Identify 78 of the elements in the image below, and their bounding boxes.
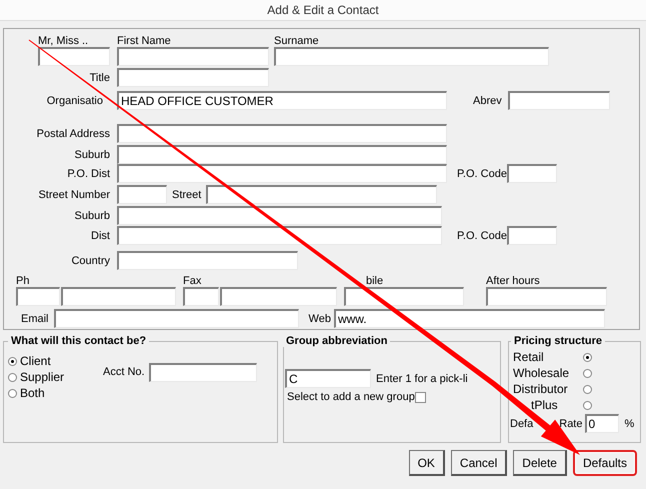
text-field[interactable]: www. [334, 309, 605, 328]
field-label: Surname [274, 36, 320, 47]
text-field[interactable]: HEAD OFFICE CUSTOMER [117, 91, 447, 110]
field-label: P.O. Code [457, 230, 507, 242]
text-field[interactable] [148, 362, 257, 382]
field-label: Suburb [74, 210, 111, 222]
field-label: Suburb [74, 148, 111, 160]
radio-button[interactable] [583, 352, 592, 362]
text-field[interactable] [506, 164, 557, 183]
field-label: Organisatio [46, 94, 104, 106]
unit-label: % [624, 418, 634, 430]
radio-label[interactable]: Both [20, 386, 45, 400]
text-field[interactable] [61, 287, 176, 306]
text-field[interactable] [220, 287, 337, 306]
text-field[interactable] [38, 47, 110, 66]
checkbox[interactable] [414, 392, 426, 402]
text-field[interactable] [508, 91, 610, 110]
text-field[interactable] [183, 287, 219, 306]
field-label: Email [21, 312, 49, 324]
text-field[interactable] [16, 287, 60, 306]
field-label: Defa [510, 418, 534, 430]
field-label: Acct No. [103, 366, 145, 378]
text-field[interactable] [117, 226, 442, 245]
text-field[interactable] [117, 68, 269, 87]
hint-text: Enter 1 for a pick-li [376, 372, 468, 384]
radio-button[interactable] [8, 372, 17, 382]
field-label: bile [366, 276, 384, 287]
field-label: Dist [90, 230, 111, 242]
field-label: Postal Address [36, 128, 111, 140]
group-title: What will this contact be? [10, 335, 148, 347]
field-label: Web [308, 312, 331, 324]
field-label: First Name [117, 36, 172, 47]
text-field[interactable] [117, 124, 447, 143]
field-label: Ph [16, 276, 30, 287]
field-label: Country [70, 254, 111, 266]
text-field[interactable] [117, 47, 269, 66]
text-field[interactable] [506, 226, 557, 245]
dialog-button[interactable]: Delete [513, 450, 567, 476]
radio-button[interactable] [583, 368, 592, 378]
field-label: After hours [486, 276, 541, 287]
text-field[interactable] [117, 206, 442, 225]
radio-label[interactable]: Supplier [20, 370, 64, 384]
radio-label[interactable]: tPlus [531, 398, 558, 412]
radio-label[interactable]: Wholesale [513, 366, 570, 380]
checkbox-label[interactable]: Select to add a new group [287, 391, 415, 403]
dialog-button[interactable]: Defaults [572, 450, 637, 476]
radio-button[interactable] [8, 356, 17, 366]
field-label: Fax [183, 276, 202, 287]
text-field[interactable] [117, 145, 447, 164]
field-label: Abrev [473, 94, 502, 106]
text-field[interactable] [117, 251, 298, 270]
text-field[interactable] [206, 185, 438, 204]
dialog-button[interactable]: Cancel [450, 450, 508, 476]
group-title: Pricing structure [513, 335, 604, 347]
field-label: Rate [559, 418, 582, 430]
field-label: Title [88, 72, 111, 84]
text-field[interactable] [117, 164, 447, 183]
radio-button[interactable] [8, 388, 17, 398]
radio-label[interactable]: Client [20, 354, 51, 368]
dialog-button[interactable]: OK [408, 450, 445, 476]
radio-label[interactable]: Distributor [513, 382, 568, 396]
text-field[interactable]: C [285, 369, 371, 388]
radio-button[interactable] [583, 400, 592, 410]
text-field[interactable] [54, 309, 299, 328]
window-title: Add & Edit a Contact [267, 3, 379, 17]
text-field[interactable] [117, 185, 167, 204]
field-label: P.O. Code [457, 168, 507, 180]
text-field[interactable] [274, 47, 549, 66]
field-label: Street [172, 188, 202, 200]
text-field[interactable] [344, 287, 464, 306]
group-title: Group abbreviation [285, 335, 388, 347]
field-label: Mr, Miss .. [38, 36, 90, 47]
radio-label[interactable]: Retail [513, 350, 544, 364]
field-label: Street Number [37, 188, 111, 200]
text-field[interactable] [486, 287, 607, 306]
radio-button[interactable] [583, 384, 592, 394]
text-field[interactable]: 0 [584, 414, 618, 433]
field-label: P.O. Dist [66, 168, 111, 180]
